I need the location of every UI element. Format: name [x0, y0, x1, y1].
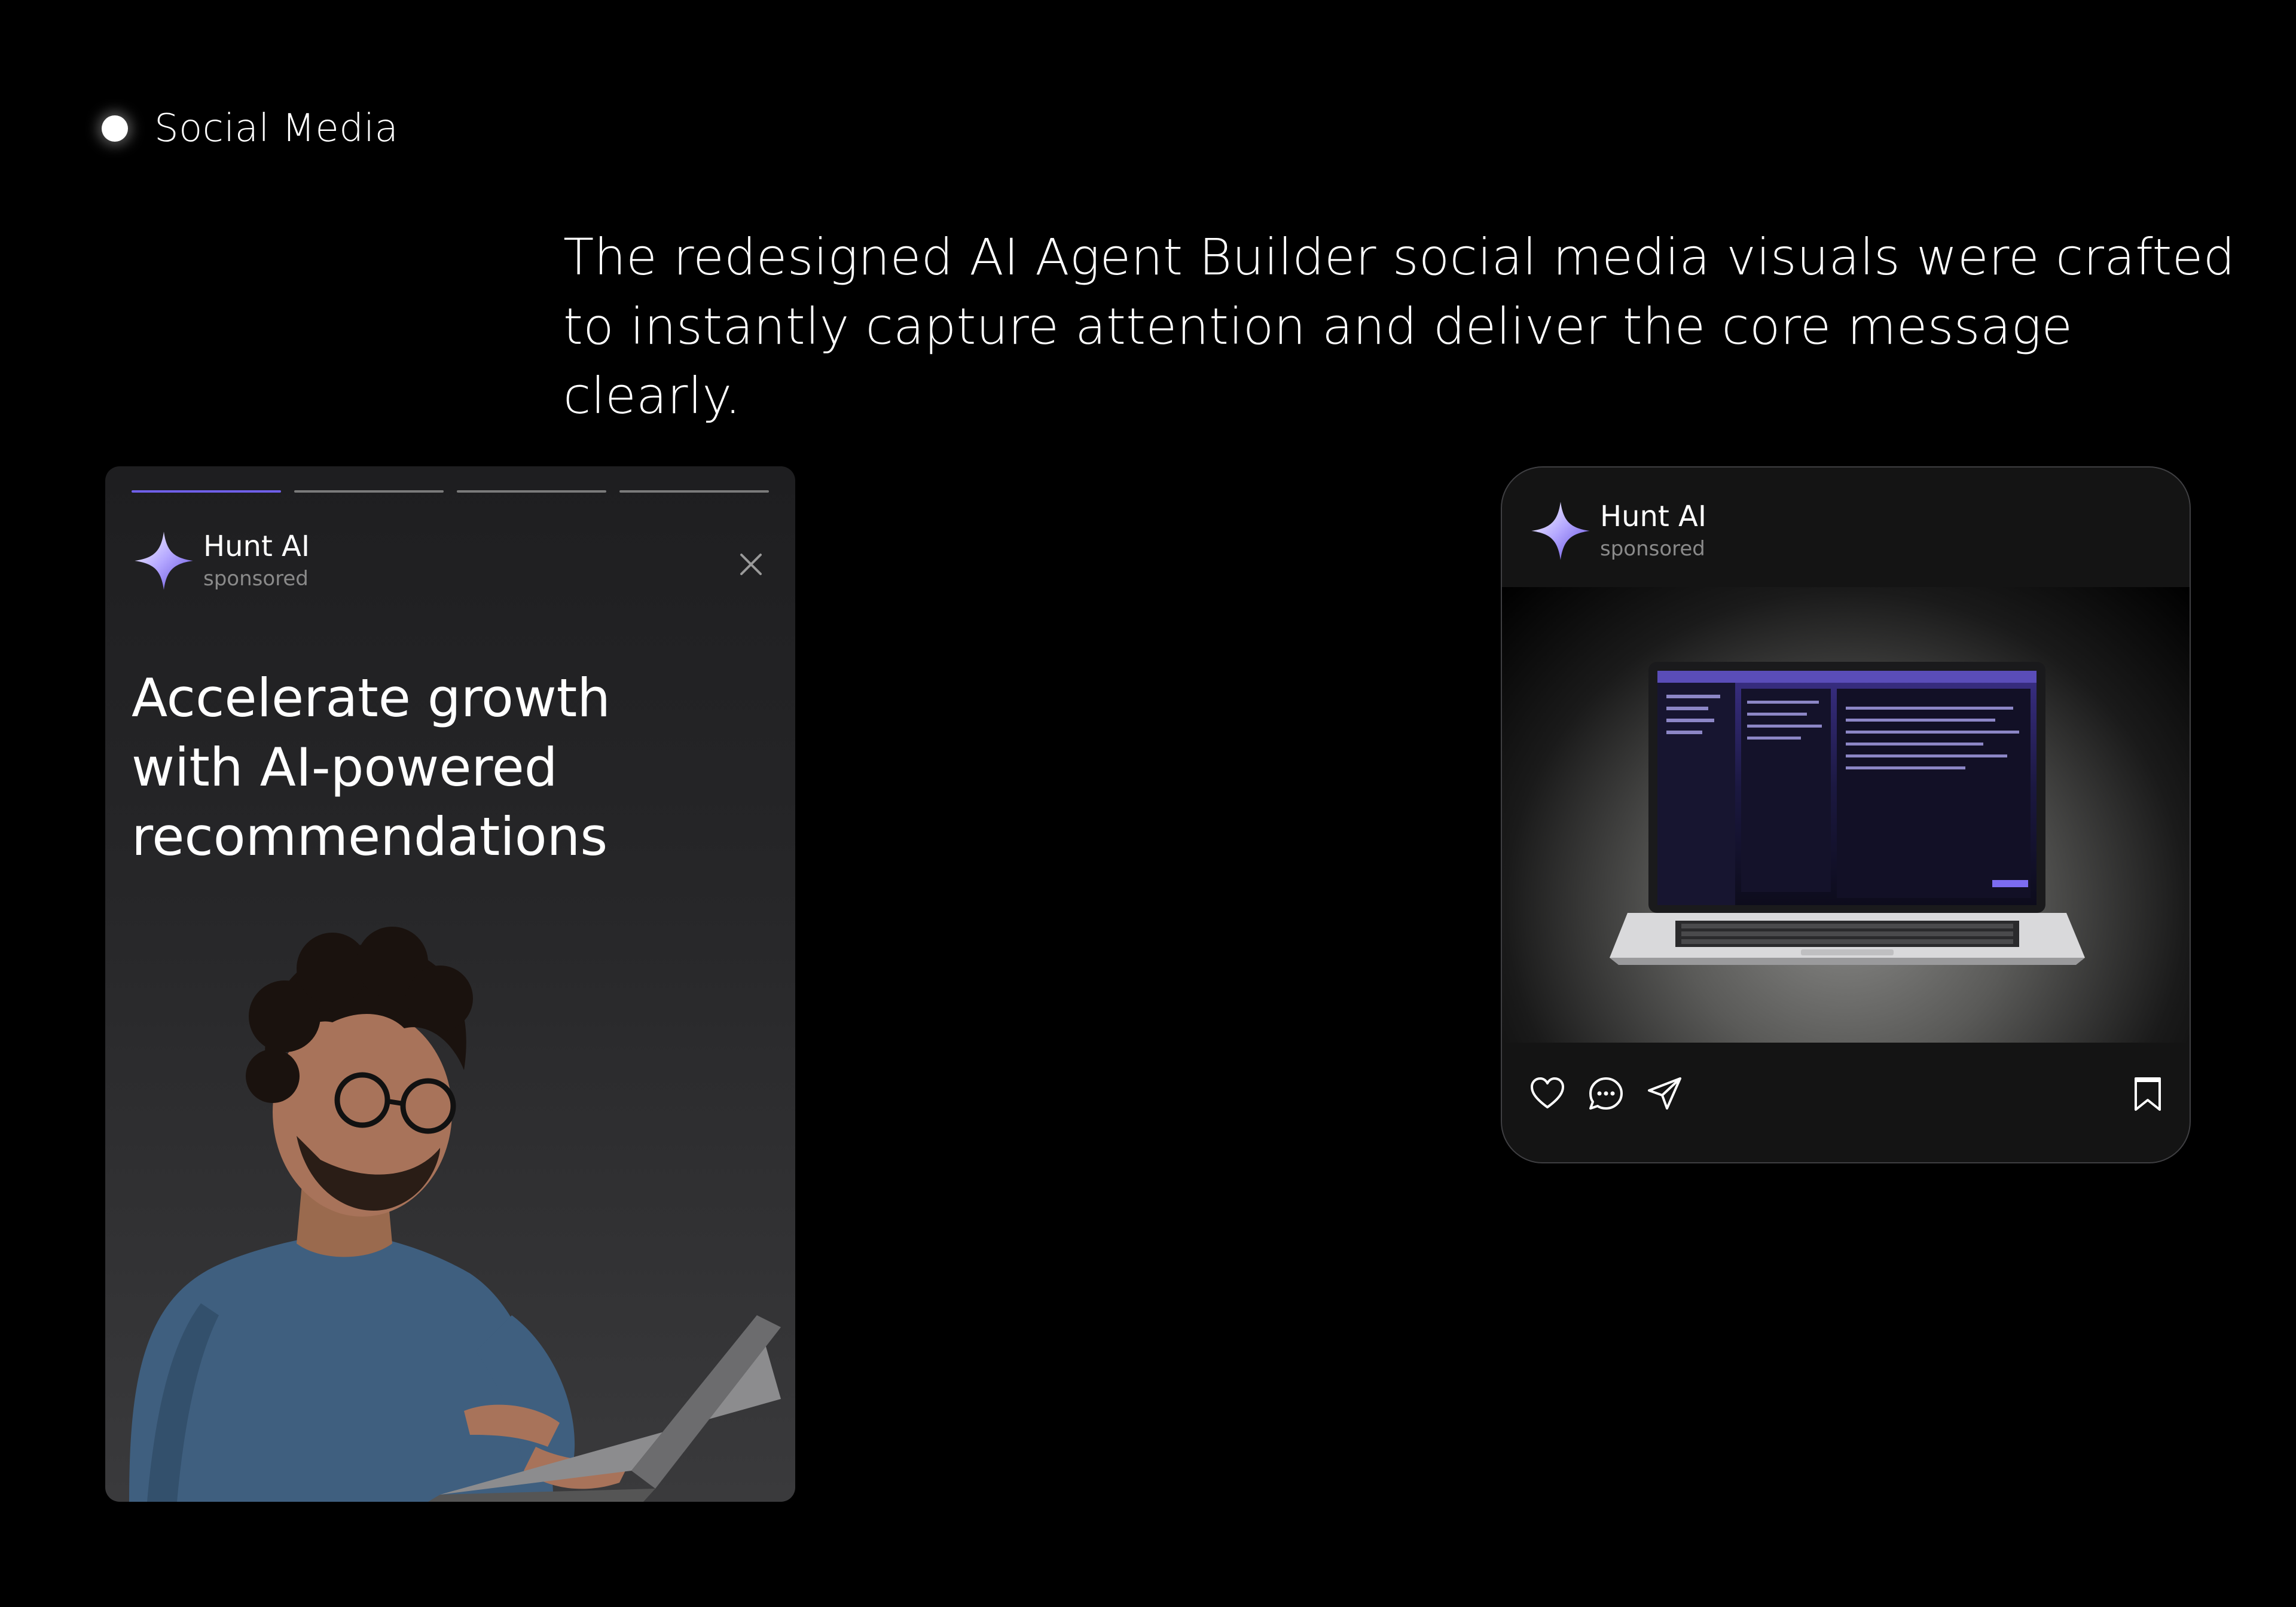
- share-icon[interactable]: [1645, 1075, 1684, 1113]
- progress-segment: [457, 490, 606, 493]
- story-headline: Accelerate growth with AI-powered recomm…: [132, 667, 611, 867]
- bullet-dot-icon: [102, 115, 128, 142]
- progress-segment: [619, 490, 769, 493]
- post-media-image[interactable]: [1502, 587, 2190, 1043]
- sponsored-label: sponsored: [1600, 537, 1705, 561]
- post-header: Hunt AI sponsored: [1526, 496, 1706, 566]
- comment-icon[interactable]: [1587, 1075, 1625, 1113]
- hunt-ai-star-logo-icon: [135, 531, 193, 590]
- heart-icon[interactable]: [1528, 1075, 1567, 1113]
- bookmark-icon[interactable]: [2129, 1075, 2167, 1113]
- person-with-laptop-image: [129, 927, 781, 1502]
- close-icon[interactable]: [738, 551, 764, 578]
- sponsored-label: sponsored: [203, 567, 309, 591]
- brand-name[interactable]: Hunt AI: [203, 528, 310, 564]
- story-progress-bar: [132, 490, 769, 493]
- laptop-mockup-image: [1610, 662, 2085, 965]
- headline-text: The redesigned AI Agent Builder social m…: [563, 228, 2236, 425]
- hunt-ai-star-logo-icon: [1531, 502, 1590, 560]
- post-action-bar: [1502, 1043, 2190, 1162]
- progress-segment: [294, 490, 444, 493]
- story-ad-card: Hunt AI sponsored Accelerate growth with…: [105, 466, 795, 1502]
- story-header: Hunt AI sponsored: [129, 526, 310, 595]
- section-tag: Social Media: [102, 106, 398, 151]
- progress-segment: [132, 490, 281, 493]
- section-label: Social Media: [154, 106, 399, 151]
- feed-post-card: Hunt AI sponsored: [1501, 466, 2191, 1163]
- brand-name[interactable]: Hunt AI: [1600, 499, 1706, 534]
